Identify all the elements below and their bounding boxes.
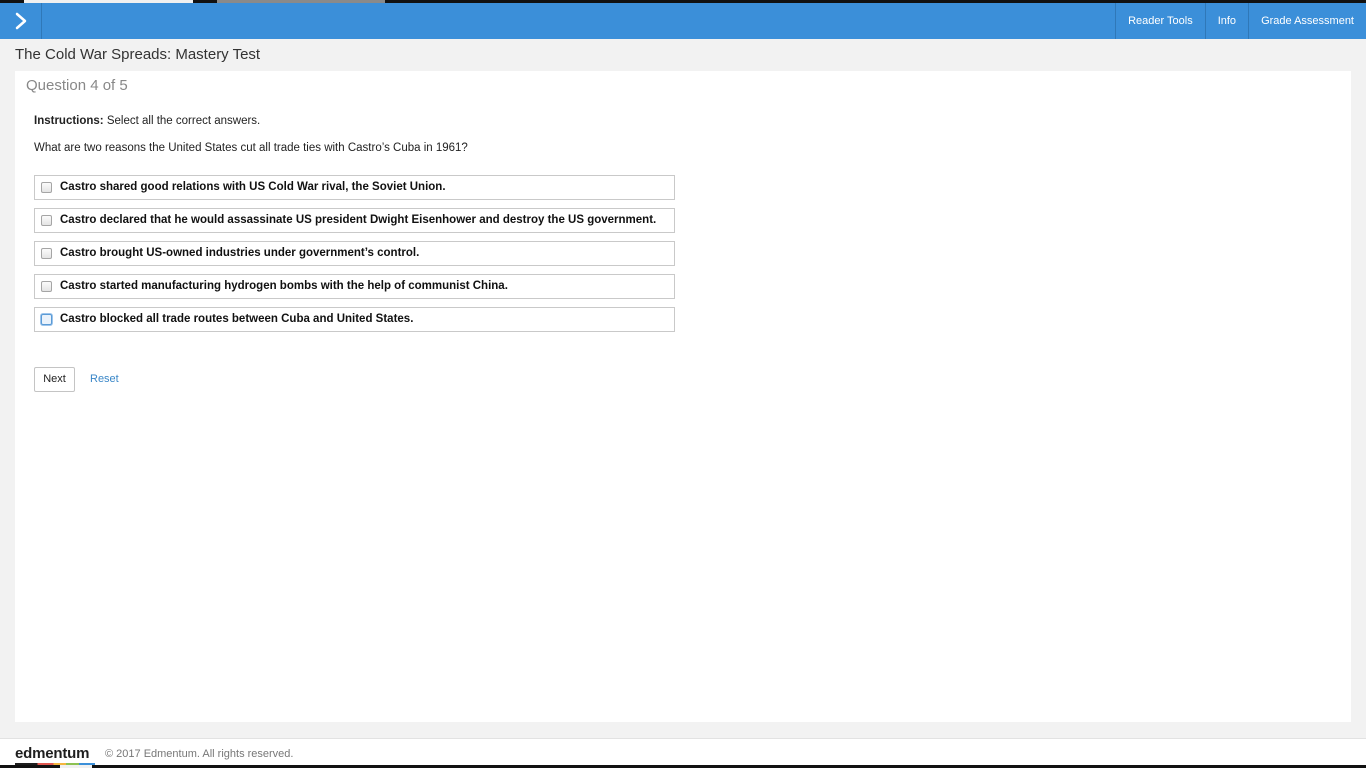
answer-checkbox[interactable]: [41, 215, 52, 226]
reset-link[interactable]: Reset: [90, 373, 119, 385]
edmentum-logo: edmentum: [15, 745, 90, 762]
answer-option-label: Castro declared that he would assassinat…: [60, 214, 657, 226]
answer-checkbox[interactable]: [41, 182, 52, 193]
answer-option-5[interactable]: Castro blocked all trade routes between …: [34, 307, 675, 332]
answer-options: Castro shared good relations with US Col…: [34, 175, 675, 340]
question-panel: Question 4 of 5 Instructions: Select all…: [15, 71, 1351, 722]
answer-option-label: Castro blocked all trade routes between …: [60, 313, 414, 325]
answer-option-3[interactable]: Castro brought US-owned industries under…: [34, 241, 675, 266]
answer-option-4[interactable]: Castro started manufacturing hydrogen bo…: [34, 274, 675, 299]
answer-option-label: Castro started manufacturing hydrogen bo…: [60, 280, 508, 292]
copyright-text: © 2017 Edmentum. All rights reserved.: [105, 748, 294, 760]
page-title: The Cold War Spreads: Mastery Test: [15, 46, 261, 63]
question-counter: Question 4 of 5: [26, 77, 128, 94]
footer: edmentum © 2017 Edmentum. All rights res…: [0, 738, 1366, 768]
instructions: Instructions: Select all the correct ans…: [34, 115, 260, 127]
reader-tools-button[interactable]: Reader Tools: [1115, 3, 1205, 39]
instructions-text: Select all the correct answers.: [106, 115, 261, 127]
answer-option-label: Castro shared good relations with US Col…: [60, 181, 446, 193]
answer-option-2[interactable]: Castro declared that he would assassinat…: [34, 208, 675, 233]
answer-option-label: Castro brought US-owned industries under…: [60, 247, 420, 259]
answer-option-1[interactable]: Castro shared good relations with US Col…: [34, 175, 675, 200]
next-button[interactable]: Next: [34, 367, 75, 392]
chevron-right-icon: [15, 12, 27, 30]
question-prompt: What are two reasons the United States c…: [34, 142, 468, 154]
info-button[interactable]: Info: [1204, 3, 1248, 39]
answer-checkbox[interactable]: [41, 281, 52, 292]
sidebar-toggle-button[interactable]: [0, 3, 42, 39]
instructions-label: Instructions:: [34, 115, 104, 127]
answer-checkbox[interactable]: [41, 314, 52, 325]
top-navigation-bar: Reader Tools Info Grade Assessment: [0, 3, 1366, 39]
grade-assessment-button[interactable]: Grade Assessment: [1248, 3, 1366, 39]
top-nav-menu: Reader Tools Info Grade Assessment: [1115, 3, 1366, 39]
answer-checkbox[interactable]: [41, 248, 52, 259]
